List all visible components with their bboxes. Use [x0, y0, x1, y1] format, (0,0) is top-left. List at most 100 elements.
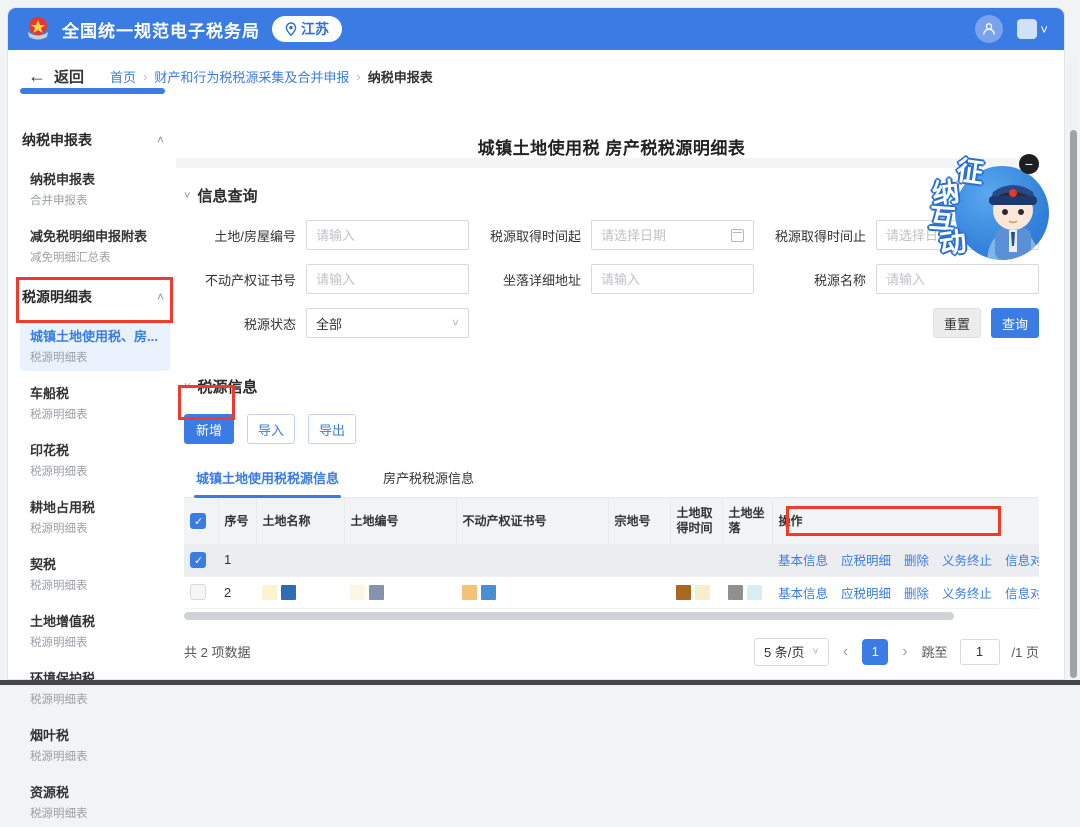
col-operation: 操作	[772, 498, 1039, 544]
calendar-icon	[1016, 229, 1029, 242]
back-button[interactable]: 返回	[54, 66, 84, 87]
item-title: 城镇土地使用税、房...	[30, 326, 164, 345]
sidebar-group-header[interactable]: 税源明细表 ˄	[20, 287, 172, 307]
jump-label: 跳至	[922, 642, 948, 661]
cert-no-input[interactable]	[306, 264, 469, 294]
select-all-checkbox[interactable]	[190, 513, 206, 529]
sidebar-item-qishui[interactable]: 契税 税源明细表	[20, 549, 170, 599]
date-input[interactable]	[601, 228, 725, 243]
person-icon	[981, 21, 997, 37]
text-input[interactable]	[886, 272, 1029, 287]
breadcrumb-parent[interactable]: 财产和行为税税源采集及合并申报	[154, 67, 349, 86]
region-selector[interactable]: 江苏	[272, 16, 342, 42]
item-title: 减免税明细申报附表	[30, 226, 164, 245]
table-header-row: 序号 土地名称 土地编号 不动产权证书号 宗地号 土地取得时间 土地坐落 操作	[184, 498, 1039, 544]
section-title: 信息查询	[197, 185, 257, 206]
chevron-down-icon: ˅	[1040, 22, 1048, 37]
row-checkbox[interactable]	[190, 584, 206, 600]
import-button[interactable]: 导入	[247, 414, 295, 444]
land-no-input[interactable]	[306, 220, 469, 250]
horizontal-scrollbar[interactable]	[184, 612, 1039, 620]
sidebar-item-tudi-zengzhishui[interactable]: 土地增值税 税源明细表	[20, 606, 170, 656]
top-header: 全国统一规范电子税务局 江苏 ˅	[8, 8, 1064, 50]
app-title: 全国统一规范电子税务局	[62, 17, 260, 42]
tab-property-tax[interactable]: 房产税税源信息	[381, 460, 476, 497]
source-tabs: 城镇土地使用税税源信息 房产税税源信息	[184, 460, 1039, 498]
prev-page-button[interactable]: ‹	[841, 643, 850, 661]
sidebar-item-yanyeshui[interactable]: 烟叶税 税源明细表	[20, 720, 170, 770]
sidebar-item-gengdi-zhanyongshui[interactable]: 耕地占用税 税源明细表	[20, 492, 170, 542]
query-section: ˅ 信息查询 土地/房屋编号 税源取得时间起	[184, 185, 1039, 338]
redacted-value	[462, 577, 602, 608]
redacted-value	[350, 577, 450, 608]
group-label: 税源明细表	[22, 287, 92, 307]
terminate-link[interactable]: 义务终止	[942, 583, 992, 602]
source-name-input[interactable]	[876, 264, 1039, 294]
row-checkbox[interactable]	[190, 552, 206, 568]
compare-link[interactable]: 信息对比	[1005, 550, 1039, 569]
chevron-down-icon: ˅	[812, 646, 818, 658]
page-size-value: 5 条/页	[764, 642, 804, 661]
delete-link[interactable]: 删除	[904, 583, 929, 602]
basic-info-link[interactable]: 基本信息	[778, 550, 828, 569]
date-input[interactable]	[886, 228, 1010, 243]
scrollbar-thumb[interactable]	[184, 612, 954, 620]
item-title: 印花税	[30, 440, 164, 459]
source-section-header[interactable]: ˅ 税源信息	[184, 376, 1039, 397]
basic-info-link[interactable]: 基本信息	[778, 583, 828, 602]
page-size-select[interactable]: 5 条/页 ˅	[754, 638, 829, 666]
sidebar-item-yinhuashui[interactable]: 印花税 税源明细表	[20, 435, 170, 485]
tax-source-section: ˅ 税源信息 新增 导入 导出 城镇土地使用税税源信息 房产税税源信息	[184, 376, 1039, 666]
user-avatar[interactable]	[975, 15, 1003, 43]
col-parcel-no: 宗地号	[608, 498, 670, 544]
sidebar-item-chengzhen-tudi[interactable]: 城镇土地使用税、房... 税源明细表	[20, 321, 170, 371]
terminate-link[interactable]: 义务终止	[942, 550, 992, 569]
col-cert-no: 不动产权证书号	[456, 498, 608, 544]
sidebar-item-chechuanshui[interactable]: 车船税 税源明细表	[20, 378, 170, 428]
status-select[interactable]: 全部 ˅	[306, 308, 469, 338]
item-subtitle: 减免明细汇总表	[30, 249, 164, 265]
sidebar-group-header[interactable]: 纳税申报表 ˄	[20, 130, 172, 150]
tab-land-use-tax[interactable]: 城镇土地使用税税源信息	[194, 460, 341, 497]
compare-link[interactable]: 信息对比	[1005, 583, 1039, 602]
export-button[interactable]: 导出	[308, 414, 356, 444]
sidebar-item-ziyuanshui[interactable]: 资源税 税源明细表	[20, 777, 170, 827]
item-subtitle: 税源明细表	[30, 748, 164, 764]
sidebar-group-declaration: 纳税申报表 ˄ 纳税申报表 合并申报表 减免税明细申报附表 减免明细汇总表	[20, 130, 172, 271]
reset-button[interactable]: 重置	[933, 308, 981, 338]
section-collapse-icon: ˅	[184, 190, 190, 202]
sidebar-item-huanjing-baohushui[interactable]: 环境保护税 税源明细表	[20, 663, 170, 713]
back-arrow-icon[interactable]: ←	[28, 66, 46, 87]
item-title: 烟叶税	[30, 725, 164, 744]
item-subtitle: 税源明细表	[30, 406, 164, 422]
next-page-button[interactable]: ›	[900, 643, 909, 661]
item-subtitle: 合并申报表	[30, 192, 164, 208]
title-divider	[176, 158, 1039, 168]
company-menu[interactable]: ˅	[1017, 19, 1048, 39]
add-button[interactable]: 新增	[184, 414, 234, 444]
field-label: 税源取得时间起	[469, 226, 581, 245]
search-button[interactable]: 查询	[991, 308, 1039, 338]
acquire-to-datepicker[interactable]	[876, 220, 1039, 250]
table-row: 1 基本信息 应税明细 删除 义务终止 信息对比 i	[184, 544, 1039, 576]
taxable-detail-link[interactable]: 应税明细	[841, 550, 891, 569]
text-input[interactable]	[316, 228, 459, 243]
sidebar-item-jianmianshui-fubiao[interactable]: 减免税明细申报附表 减免明细汇总表	[20, 221, 170, 271]
current-page-button[interactable]: 1	[862, 639, 888, 665]
minimize-widget-button[interactable]: −	[1019, 154, 1039, 174]
breadcrumb-separator-icon: ›	[356, 69, 360, 84]
region-label: 江苏	[301, 19, 329, 39]
breadcrumb-home[interactable]: 首页	[110, 67, 136, 86]
sidebar-item-nashui-shenbaobiao[interactable]: 纳税申报表 合并申报表	[20, 164, 170, 214]
text-input[interactable]	[601, 272, 744, 287]
breadcrumb-bar: ← 返回 首页 › 财产和行为税税源采集及合并申报 › 纳税申报表	[8, 50, 1064, 87]
vertical-scrollbar-thumb[interactable]	[1070, 130, 1077, 678]
text-input[interactable]	[316, 272, 459, 287]
address-input[interactable]	[591, 264, 754, 294]
acquire-from-datepicker[interactable]	[591, 220, 754, 250]
query-section-header[interactable]: ˅ 信息查询	[184, 185, 1039, 206]
item-subtitle: 税源明细表	[30, 805, 164, 821]
jump-page-input[interactable]	[960, 639, 1000, 665]
taxable-detail-link[interactable]: 应税明细	[841, 583, 891, 602]
delete-link[interactable]: 删除	[904, 550, 929, 569]
